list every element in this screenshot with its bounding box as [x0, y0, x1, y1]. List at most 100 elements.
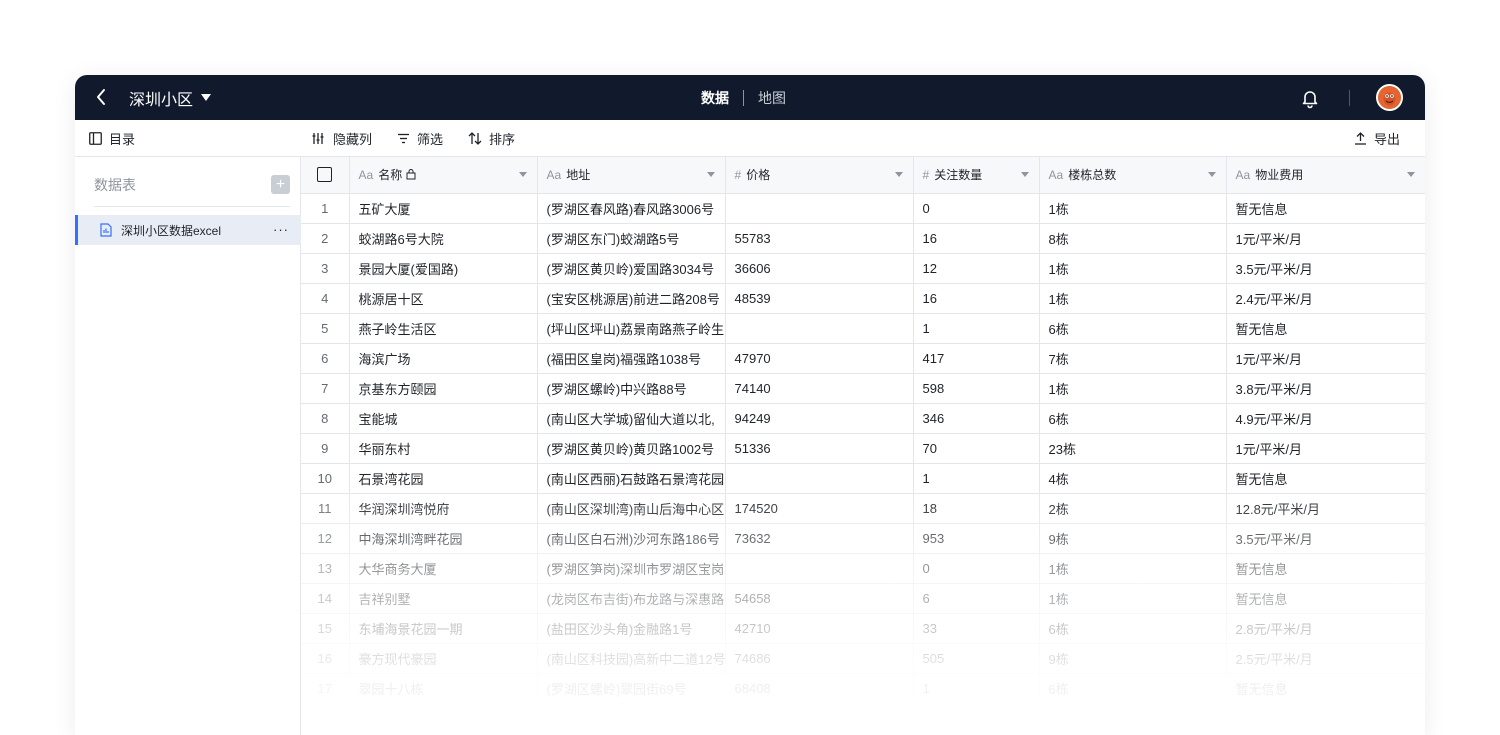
- cell-property-fee[interactable]: 暂无信息: [1226, 463, 1425, 494]
- table-row[interactable]: 2 蛟湖路6号大院 (罗湖区东门)蛟湖路5号 55783 16 8栋 1元/平米/月: [301, 223, 1425, 254]
- column-menu-caret-icon[interactable]: [1207, 172, 1216, 177]
- cell-buildings[interactable]: 8栋: [1039, 223, 1227, 254]
- table-row[interactable]: 8 宝能城 (南山区大学城)留仙大道以北, 94249 346 6栋 4.9元/平米/月: [301, 403, 1425, 434]
- cell-property-fee[interactable]: 3.5元/平米/月: [1226, 253, 1425, 284]
- cell-price[interactable]: 55783: [725, 223, 914, 254]
- table-row[interactable]: 1 五矿大厦 (罗湖区春风路)春风路3006号 0 1栋 暂无信息: [301, 193, 1425, 224]
- cell-price[interactable]: 48539: [725, 283, 914, 314]
- cell-buildings[interactable]: 4栋: [1039, 463, 1227, 494]
- cell-price[interactable]: 47970: [725, 343, 914, 374]
- table-row[interactable]: 11 华润深圳湾悦府 (南山区深圳湾)南山后海中心区 174520 18 2栋 12.8元/…: [301, 493, 1425, 524]
- column-menu-caret-icon[interactable]: [1020, 172, 1029, 177]
- column-header-property-fee[interactable]: Aa 物业费用: [1226, 157, 1425, 194]
- sidebar-toggle-button[interactable]: 目录: [89, 120, 135, 157]
- cell-followers[interactable]: 16: [913, 283, 1040, 314]
- column-header-followers[interactable]: # 关注数量: [913, 157, 1040, 194]
- cell-buildings[interactable]: 1栋: [1039, 553, 1227, 584]
- cell-price[interactable]: [725, 313, 914, 344]
- cell-address[interactable]: (坪山区坪山)荔景南路燕子岭生: [537, 313, 726, 344]
- column-header-price[interactable]: # 价格: [725, 157, 914, 194]
- cell-name[interactable]: 石景湾花园: [349, 463, 538, 494]
- cell-followers[interactable]: 6: [913, 583, 1040, 614]
- cell-buildings[interactable]: 6栋: [1039, 403, 1227, 434]
- column-menu-caret-icon[interactable]: [1406, 172, 1415, 177]
- cell-address[interactable]: (南山区白石洲)沙河东路186号: [537, 523, 726, 554]
- bell-icon[interactable]: [1299, 87, 1321, 109]
- cell-address[interactable]: (南山区大学城)留仙大道以北,: [537, 403, 726, 434]
- cell-address[interactable]: (罗湖区螺岭)中兴路88号: [537, 373, 726, 404]
- cell-name[interactable]: 豪方现代豪园: [349, 643, 538, 674]
- cell-address[interactable]: (罗湖区春风路)春风路3006号: [537, 193, 726, 224]
- cell-followers[interactable]: 346: [913, 403, 1040, 434]
- cell-price[interactable]: 94249: [725, 403, 914, 434]
- cell-name[interactable]: 东埔海景花园一期: [349, 613, 538, 644]
- cell-followers[interactable]: 505: [913, 643, 1040, 674]
- table-row[interactable]: 13 大华商务大厦 (罗湖区笋岗)深圳市罗湖区宝岗 0 1栋 暂无信息: [301, 553, 1425, 584]
- cell-name[interactable]: 海滨广场: [349, 343, 538, 374]
- table-row[interactable]: 6 海滨广场 (福田区皇岗)福强路1038号 47970 417 7栋 1元/平米/月: [301, 343, 1425, 374]
- cell-price[interactable]: [725, 553, 914, 584]
- cell-property-fee[interactable]: 1元/平米/月: [1226, 223, 1425, 254]
- column-menu-caret-icon[interactable]: [894, 172, 903, 177]
- cell-price[interactable]: 54658: [725, 583, 914, 614]
- cell-address[interactable]: (盐田区沙头角)金融路1号: [537, 613, 726, 644]
- column-header-name[interactable]: Aa 名称: [349, 157, 538, 194]
- cell-property-fee[interactable]: 4.9元/平米/月: [1226, 403, 1425, 434]
- cell-followers[interactable]: 417: [913, 343, 1040, 374]
- cell-price[interactable]: 68408: [725, 673, 914, 704]
- cell-property-fee[interactable]: 1元/平米/月: [1226, 343, 1425, 374]
- cell-followers[interactable]: 16: [913, 223, 1040, 254]
- cell-property-fee[interactable]: 2.8元/平米/月: [1226, 613, 1425, 644]
- cell-followers[interactable]: 0: [913, 193, 1040, 224]
- sort-button[interactable]: 排序: [468, 120, 515, 157]
- cell-name[interactable]: 桃源居十区: [349, 283, 538, 314]
- filter-button[interactable]: 筛选: [397, 120, 443, 157]
- column-menu-caret-icon[interactable]: [706, 172, 715, 177]
- cell-name[interactable]: 华润深圳湾悦府: [349, 493, 538, 524]
- table-row[interactable]: 9 华丽东村 (罗湖区黄贝岭)黄贝路1002号 51336 70 23栋 1元/平米/月: [301, 433, 1425, 464]
- table-row[interactable]: 4 桃源居十区 (宝安区桃源居)前进二路208号 48539 16 1栋 2.4元/平米/月: [301, 283, 1425, 314]
- cell-name[interactable]: 景园大厦(爱国路): [349, 253, 538, 284]
- cell-buildings[interactable]: 2栋: [1039, 493, 1227, 524]
- cell-followers[interactable]: 18: [913, 493, 1040, 524]
- cell-property-fee[interactable]: 暂无信息: [1226, 673, 1425, 704]
- cell-followers[interactable]: 1: [913, 463, 1040, 494]
- tab-data[interactable]: 数据: [701, 88, 729, 108]
- cell-followers[interactable]: 12: [913, 253, 1040, 284]
- cell-property-fee[interactable]: 12.8元/平米/月: [1226, 493, 1425, 524]
- cell-buildings[interactable]: 6栋: [1039, 613, 1227, 644]
- cell-address[interactable]: (南山区科技园)高新中二道12号: [537, 643, 726, 674]
- cell-followers[interactable]: 1: [913, 313, 1040, 344]
- back-button[interactable]: [91, 86, 111, 108]
- cell-buildings[interactable]: 1栋: [1039, 583, 1227, 614]
- cell-followers[interactable]: 0: [913, 553, 1040, 584]
- cell-buildings[interactable]: 1栋: [1039, 253, 1227, 284]
- dataset-title-dropdown[interactable]: 深圳小区: [129, 75, 212, 120]
- cell-price[interactable]: 51336: [725, 433, 914, 464]
- cell-address[interactable]: (南山区西丽)石鼓路石景湾花园: [537, 463, 726, 494]
- cell-property-fee[interactable]: 3.5元/平米/月: [1226, 523, 1425, 554]
- table-row[interactable]: 16 豪方现代豪园 (南山区科技园)高新中二道12号 74686 505 9栋 2.5元/平…: [301, 643, 1425, 674]
- cell-price[interactable]: 74686: [725, 643, 914, 674]
- cell-buildings[interactable]: 9栋: [1039, 523, 1227, 554]
- cell-name[interactable]: 翠园十八栋: [349, 673, 538, 704]
- cell-name[interactable]: 宝能城: [349, 403, 538, 434]
- cell-buildings[interactable]: 6栋: [1039, 313, 1227, 344]
- table-row[interactable]: 10 石景湾花园 (南山区西丽)石鼓路石景湾花园 1 4栋 暂无信息: [301, 463, 1425, 494]
- cell-price[interactable]: [725, 463, 914, 494]
- table-row[interactable]: 5 燕子岭生活区 (坪山区坪山)荔景南路燕子岭生 1 6栋 暂无信息: [301, 313, 1425, 344]
- table-row[interactable]: 7 京基东方颐园 (罗湖区螺岭)中兴路88号 74140 598 1栋 3.8元/平米/月: [301, 373, 1425, 404]
- cell-property-fee[interactable]: 暂无信息: [1226, 313, 1425, 344]
- cell-buildings[interactable]: 1栋: [1039, 283, 1227, 314]
- cell-price[interactable]: [725, 193, 914, 224]
- cell-property-fee[interactable]: 暂无信息: [1226, 553, 1425, 584]
- export-button[interactable]: 导出: [1354, 120, 1400, 157]
- select-all-checkbox[interactable]: [317, 167, 333, 183]
- cell-address[interactable]: (龙岗区布吉街)布龙路与深惠路: [537, 583, 726, 614]
- column-header-buildings[interactable]: Aa 楼栋总数: [1039, 157, 1227, 194]
- more-options-icon[interactable]: ···: [273, 222, 289, 237]
- cell-name[interactable]: 中海深圳湾畔花园: [349, 523, 538, 554]
- table-row[interactable]: 14 吉祥别墅 (龙岗区布吉街)布龙路与深惠路 54658 6 1栋 暂无信息: [301, 583, 1425, 614]
- cell-address[interactable]: (南山区深圳湾)南山后海中心区: [537, 493, 726, 524]
- table-row[interactable]: 15 东埔海景花园一期 (盐田区沙头角)金融路1号 42710 33 6栋 2.8元/平米/…: [301, 613, 1425, 644]
